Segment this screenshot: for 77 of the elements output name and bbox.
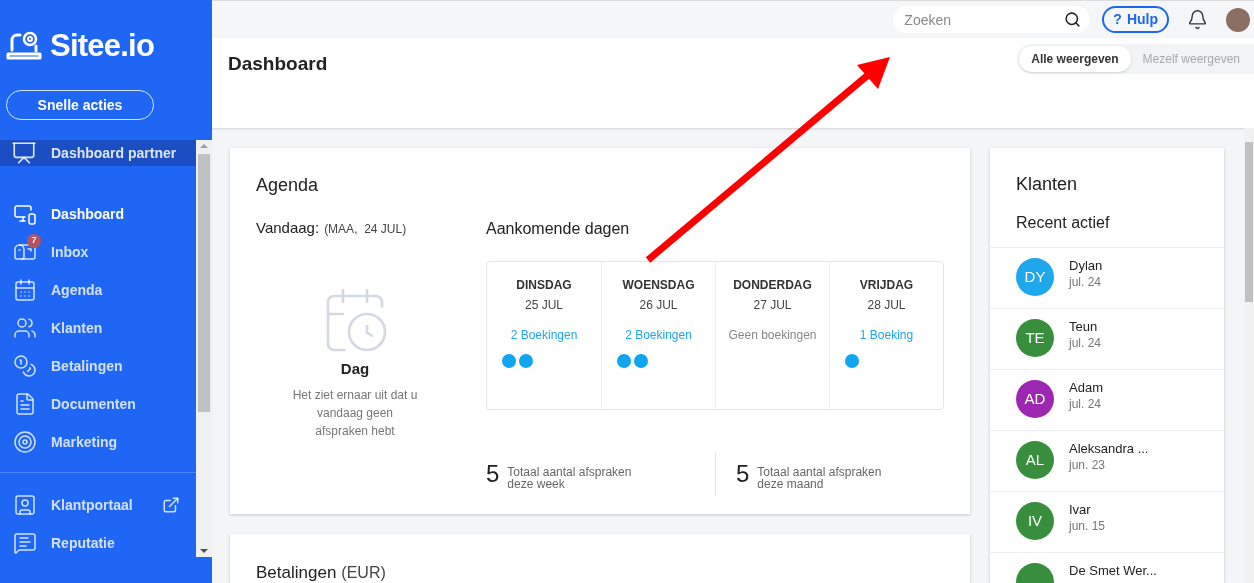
stat-label: Totaal aantal afspraken deze week — [507, 466, 633, 490]
today-label: Vandaag: — [256, 218, 320, 238]
client-name: Teun — [1069, 319, 1099, 334]
scrollbar[interactable] — [196, 140, 212, 557]
view-toggle-tab[interactable]: Alle weergeven — [1019, 46, 1131, 72]
client-avatar: IV — [1016, 502, 1054, 540]
client-name: De Smet Wer... — [1069, 563, 1157, 578]
card-title: Klanten — [1015, 173, 1079, 196]
search-field[interactable]: Zoeken — [893, 6, 1091, 33]
sidebar-item[interactable]: Reputatie — [0, 524, 196, 562]
bookings-link[interactable]: 2 Boekingen — [625, 326, 692, 344]
logo-icon — [6, 30, 42, 62]
page-title: Dashboard — [228, 52, 328, 76]
day-date: 25 JUL — [525, 297, 563, 314]
sidebar-item[interactable]: Klanten — [0, 309, 196, 347]
client-row[interactable]: AL Aleksandra ... jun. 23 — [990, 430, 1224, 491]
currency-label: (EUR) — [341, 564, 386, 582]
client-name: Ivar — [1069, 502, 1092, 517]
client-avatar: DY — [1016, 258, 1054, 296]
sidebar-item[interactable]: 7 Inbox — [0, 233, 196, 271]
client-row[interactable]: De Smet Wer... — [990, 552, 1224, 583]
stat-label: Totaal aantal afspraken deze maand — [757, 466, 883, 490]
client-avatar: AD — [1016, 380, 1054, 418]
day-name: DONDERDAG — [733, 277, 812, 294]
client-date: jun. 15 — [1069, 518, 1106, 535]
empty-title: Dag — [340, 358, 370, 379]
day-date: 26 JUL — [639, 297, 678, 314]
sidebar-item[interactable]: Marketing — [0, 423, 196, 461]
bookings-link[interactable]: 2 Boekingen — [510, 326, 578, 344]
client-name: Adam — [1069, 380, 1103, 395]
target-icon — [13, 430, 37, 454]
client-date: jun. 23 — [1069, 457, 1107, 474]
sidebar-item[interactable]: Documenten — [0, 385, 196, 423]
client-date: jul. 24 — [1069, 335, 1102, 352]
stat-value: 5 — [736, 459, 750, 489]
logo-text: Sitee.io — [50, 26, 155, 65]
sidebar-item[interactable]: Betalingen — [0, 347, 196, 385]
review-icon — [13, 531, 37, 555]
document-icon — [13, 392, 37, 416]
day-name: DINSDAG — [516, 277, 572, 294]
section-title: Aankomende dagen — [486, 219, 631, 239]
client-avatar: AL — [1016, 441, 1054, 479]
sidebar-item[interactable]: Dashboard partner — [0, 140, 196, 166]
empty-message: Het ziet ernaar uit dat u vandaag geen afspraken hebt — [291, 387, 419, 440]
client-name: Dylan — [1069, 258, 1103, 273]
day-name: WOENSDAG — [622, 277, 695, 294]
client-date: jul. 24 — [1069, 274, 1103, 291]
client-date: jul. 24 — [1069, 396, 1103, 413]
sidebar-item[interactable]: Klantportaal — [0, 486, 196, 524]
calendar-icon — [13, 278, 37, 302]
bookings-link[interactable]: 1 Boeking — [859, 326, 914, 344]
sidebar-item[interactable]: Agenda — [0, 271, 196, 309]
stat-value: 5 — [486, 459, 500, 489]
external-link-icon[interactable] — [162, 496, 180, 514]
client-name: Aleksandra ... — [1069, 441, 1149, 456]
notifications-icon[interactable] — [1187, 9, 1208, 30]
users-icon — [13, 316, 37, 340]
client-row[interactable]: TE Teun jul. 24 — [990, 308, 1224, 369]
today-date: (MAA, 24 JUL) — [324, 221, 407, 238]
user-avatar[interactable] — [1226, 7, 1250, 32]
help-button[interactable]: ? Hulp — [1102, 6, 1169, 33]
sidebar-item[interactable]: Dashboard — [0, 195, 196, 233]
coins-icon — [13, 354, 37, 378]
card-title: Betalingen — [256, 564, 337, 582]
devices-icon — [13, 202, 37, 226]
day-date: 28 JUL — [867, 297, 906, 314]
day-name: VRIJDAG — [859, 277, 914, 294]
client-row[interactable]: IV Ivar jun. 15 — [990, 491, 1224, 552]
search-icon[interactable] — [1064, 11, 1082, 28]
section-title: Recent actief — [1015, 213, 1111, 233]
card-title: Agenda — [256, 174, 320, 197]
count-badge: 7 — [27, 234, 41, 248]
client-row[interactable]: DY Dylan jul. 24 — [990, 247, 1224, 308]
day-date: 27 JUL — [753, 297, 792, 314]
client-row[interactable]: AD Adam jul. 24 — [990, 369, 1224, 430]
scrollbar[interactable] — [1244, 128, 1254, 583]
client-avatar: TE — [1016, 319, 1054, 357]
